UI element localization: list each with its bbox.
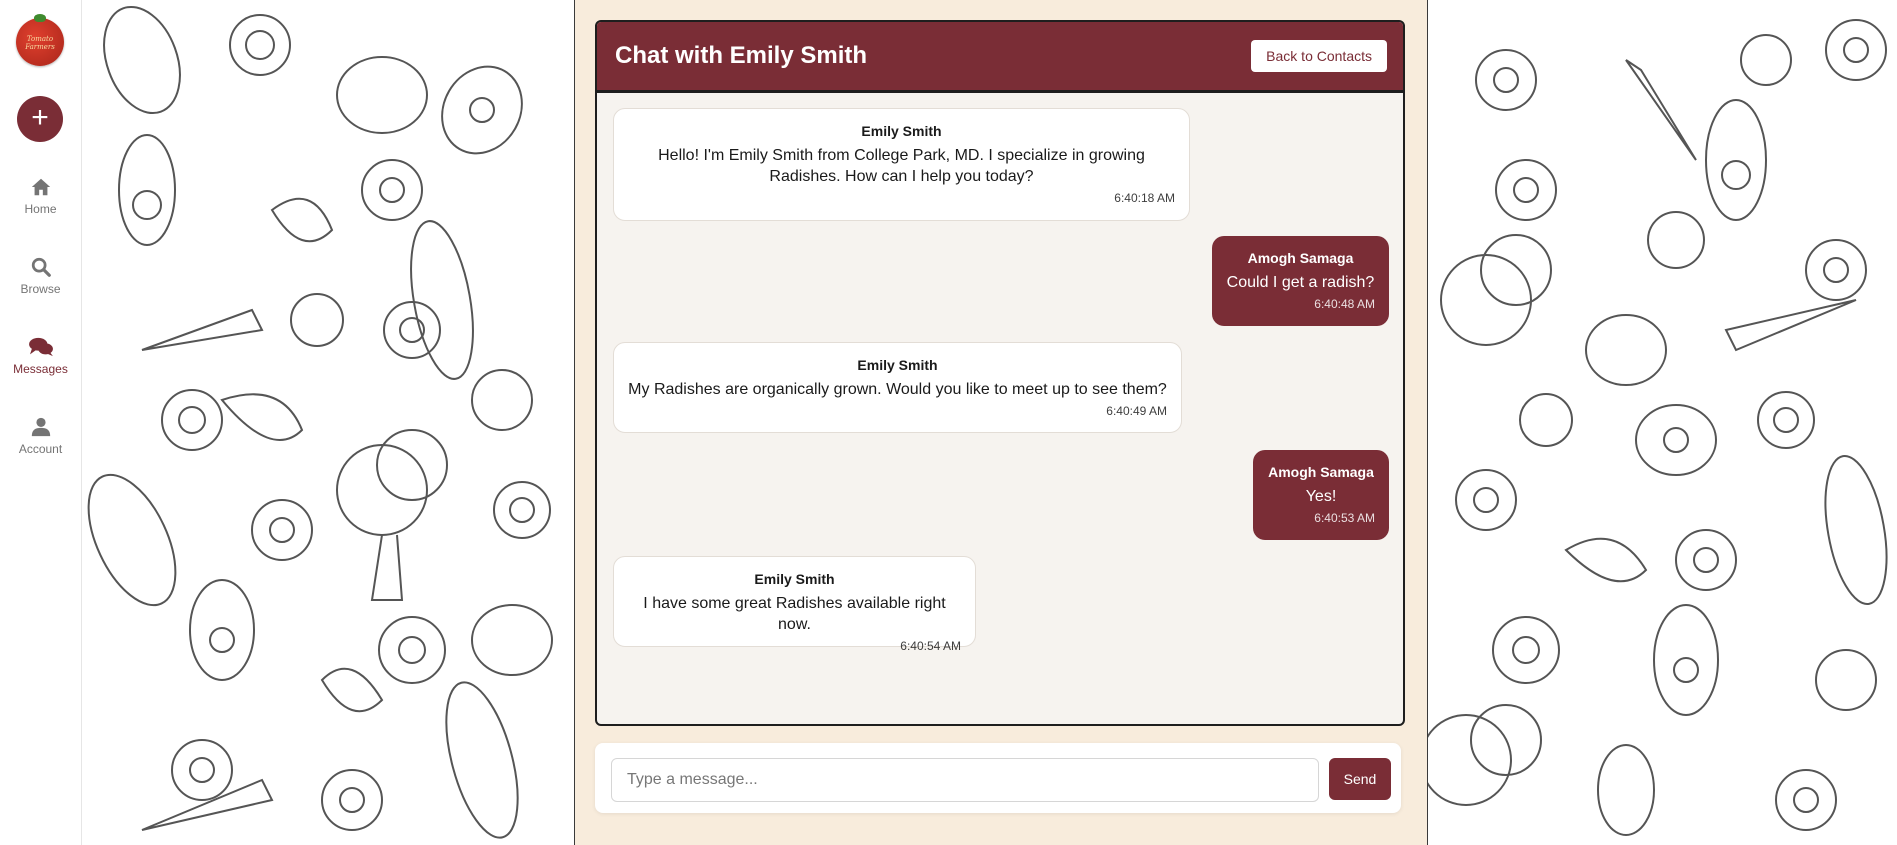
- message-time: 6:40:48 AM: [1314, 297, 1375, 311]
- sidebar-item-label: Browse: [20, 282, 61, 296]
- sidebar-item-account[interactable]: Account: [0, 416, 81, 456]
- background-pattern-left: [82, 0, 574, 845]
- message-input[interactable]: [611, 758, 1319, 802]
- logo[interactable]: Tomato Farmers: [16, 14, 64, 66]
- message-time: 6:40:18 AM: [1114, 191, 1175, 205]
- background-pattern-right: [1426, 0, 1897, 845]
- sidebar: Tomato Farmers + Home Browse Messages Ac…: [0, 0, 82, 845]
- message-sender: Emily Smith: [861, 123, 942, 139]
- message-sender: Amogh Samaga: [1247, 250, 1354, 266]
- chat-window: Chat with Emily Smith Back to Contacts E…: [595, 20, 1405, 726]
- message-incoming: Emily Smith I have some great Radishes a…: [613, 556, 976, 653]
- vegetable-pattern: [87, 5, 553, 839]
- message-time: 6:40:54 AM: [900, 639, 961, 653]
- search-icon: [31, 257, 51, 277]
- sidebar-item-messages[interactable]: Messages: [0, 336, 81, 376]
- chat-page: Chat with Emily Smith Back to Contacts E…: [574, 0, 1428, 845]
- message-outgoing: Amogh Samaga Could I get a radish? 6:40:…: [1212, 236, 1389, 326]
- message-sender: Emily Smith: [857, 357, 938, 373]
- chat-title: Chat with Emily Smith: [615, 42, 868, 69]
- back-to-contacts-button[interactable]: Back to Contacts: [1251, 40, 1387, 72]
- user-icon: [31, 417, 50, 437]
- logo-text: Tomato Farmers: [25, 35, 55, 51]
- message-incoming: Emily Smith Hello! I'm Emily Smith from …: [613, 108, 1190, 221]
- logo-leaf: [34, 14, 46, 22]
- sidebar-item-label: Home: [24, 202, 57, 216]
- message-text: My Radishes are organically grown. Would…: [628, 381, 1167, 398]
- message-incoming: Emily Smith My Radishes are organically …: [613, 342, 1182, 433]
- chat-icon: [28, 337, 53, 357]
- message-sender: Amogh Samaga: [1268, 464, 1374, 480]
- vegetable-pattern: [1426, 19, 1888, 836]
- message-text: Could I get a radish?: [1226, 274, 1375, 291]
- message-text: Hello! I'm Emily Smith from College Park…: [658, 147, 1145, 185]
- home-icon: [31, 178, 50, 196]
- message-text: Yes!: [1305, 488, 1337, 505]
- sidebar-item-home[interactable]: Home: [0, 176, 81, 216]
- add-button[interactable]: +: [17, 96, 63, 142]
- message-outgoing: Amogh Samaga Yes! 6:40:53 AM: [1253, 450, 1389, 540]
- message-time: 6:40:53 AM: [1314, 511, 1375, 525]
- send-button[interactable]: Send: [1329, 758, 1391, 800]
- message-time: 6:40:49 AM: [1106, 404, 1167, 418]
- sidebar-item-label: Account: [18, 442, 63, 456]
- sidebar-item-label: Messages: [13, 362, 68, 376]
- chat-header: Chat with Emily Smith Back to Contacts: [597, 22, 1403, 93]
- message-composer: Send: [595, 743, 1401, 813]
- message-sender: Emily Smith: [754, 571, 835, 587]
- sidebar-item-browse[interactable]: Browse: [0, 256, 81, 296]
- message-text: I have some great Radishes available rig…: [643, 595, 946, 633]
